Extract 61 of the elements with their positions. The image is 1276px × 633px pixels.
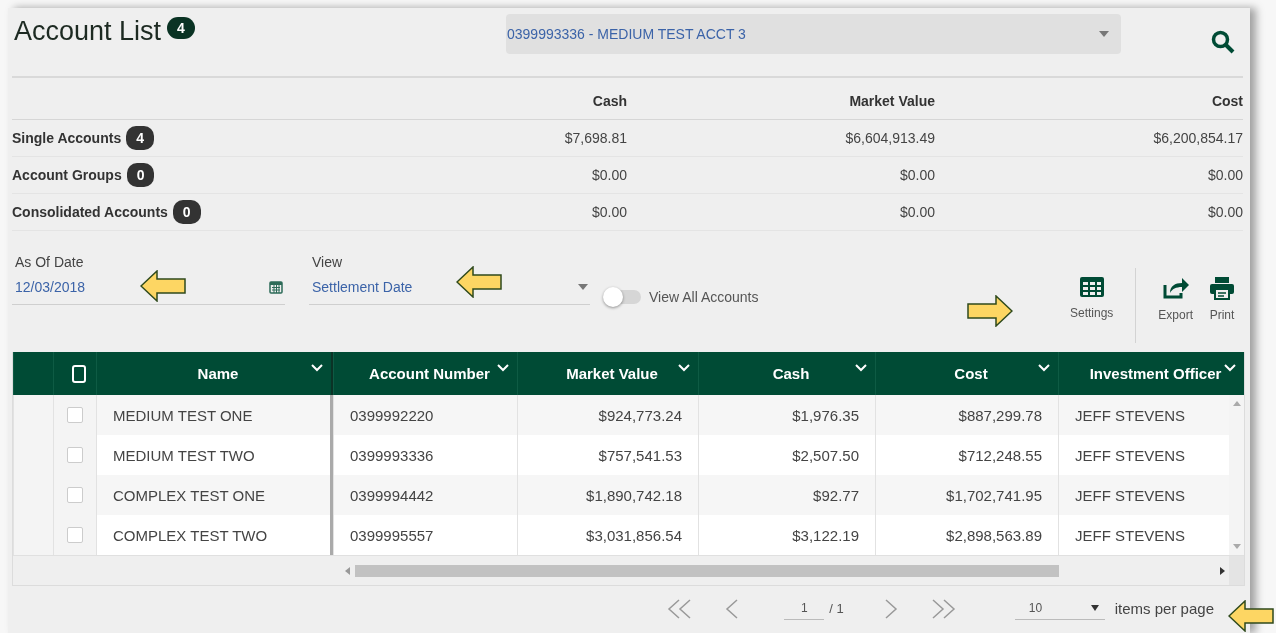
grid-icon bbox=[1078, 276, 1105, 298]
column-header[interactable]: Name bbox=[197, 365, 239, 382]
chevron-down-icon[interactable] bbox=[678, 364, 690, 372]
chevron-down-icon[interactable] bbox=[311, 364, 323, 372]
search-icon[interactable] bbox=[1211, 30, 1235, 54]
checkbox[interactable] bbox=[67, 527, 83, 543]
toolbar-button[interactable]: Settings bbox=[1061, 268, 1122, 328]
arrow-icon bbox=[140, 270, 186, 302]
toolbar-button[interactable]: Print bbox=[1201, 268, 1243, 330]
row-label: Consolidated Accounts bbox=[12, 204, 168, 220]
arrow-icon bbox=[1228, 600, 1274, 632]
chevron-down-icon[interactable] bbox=[1224, 364, 1236, 372]
row-label: Single Accounts bbox=[12, 130, 122, 146]
column-header[interactable]: Investment Officer bbox=[1089, 365, 1222, 382]
arrow-icon bbox=[456, 266, 502, 298]
count-badge: 4 bbox=[167, 16, 195, 39]
scroll-left-icon[interactable] bbox=[345, 566, 350, 575]
amount-text: $7,698.81 bbox=[564, 130, 627, 146]
page-size-label: items per page bbox=[1114, 600, 1214, 617]
toggle-label: View All Accounts bbox=[649, 289, 759, 305]
amount-text: $0.00 bbox=[591, 204, 627, 220]
caret-icon[interactable] bbox=[1090, 605, 1099, 611]
chevron-down-icon[interactable] bbox=[855, 364, 867, 372]
column-header[interactable]: Cost bbox=[954, 365, 988, 382]
calendar-icon[interactable] bbox=[269, 280, 283, 294]
page-input[interactable]: 1 bbox=[784, 597, 825, 620]
column-header[interactable]: Cash bbox=[772, 365, 810, 382]
printer-icon bbox=[1209, 276, 1235, 300]
chevron-down-icon[interactable] bbox=[1038, 364, 1050, 372]
count-badge: 0 bbox=[172, 200, 201, 224]
scrollbar-thumb[interactable] bbox=[355, 564, 1059, 577]
column-header[interactable]: Account Number bbox=[369, 365, 490, 382]
row-label: Account Groups bbox=[12, 167, 122, 183]
checkbox[interactable] bbox=[67, 447, 83, 463]
scroll-right-icon[interactable] bbox=[1220, 566, 1225, 575]
column-header[interactable]: Market Value bbox=[566, 365, 658, 382]
amount-text: $0.00 bbox=[899, 204, 935, 220]
count-badge: 0 bbox=[126, 163, 155, 187]
amount-text: $6,200,854.17 bbox=[1153, 130, 1243, 146]
count-badge: 4 bbox=[126, 126, 154, 150]
amount-text: $0.00 bbox=[1207, 167, 1243, 183]
column-header: Cost bbox=[1211, 93, 1243, 109]
column-header: Cash bbox=[592, 93, 627, 109]
page-total: / 1 bbox=[829, 601, 844, 616]
account-dropdown[interactable]: 0399993336 - MEDIUM TEST ACCT 3 bbox=[506, 14, 1121, 54]
amount-text: $0.00 bbox=[899, 167, 935, 183]
arrow-icon bbox=[967, 295, 1013, 327]
toggle-switch[interactable] bbox=[605, 290, 641, 304]
column-header: Market Value bbox=[849, 93, 935, 109]
amount-text: $6,604,913.49 bbox=[845, 130, 935, 146]
chevron-down-icon[interactable] bbox=[497, 364, 509, 372]
amount-text: $0.00 bbox=[1207, 204, 1243, 220]
share-icon bbox=[1161, 276, 1190, 300]
toolbar-button[interactable]: Export bbox=[1150, 268, 1201, 330]
checkbox[interactable] bbox=[67, 487, 83, 503]
scroll-up-icon[interactable] bbox=[1232, 401, 1241, 406]
checkbox[interactable] bbox=[67, 407, 83, 423]
page-size-dropdown[interactable]: 10 bbox=[1014, 597, 1105, 620]
amount-text: $0.00 bbox=[591, 167, 627, 183]
page-title: Account List bbox=[14, 16, 162, 47]
scroll-down-icon[interactable] bbox=[1232, 544, 1241, 549]
